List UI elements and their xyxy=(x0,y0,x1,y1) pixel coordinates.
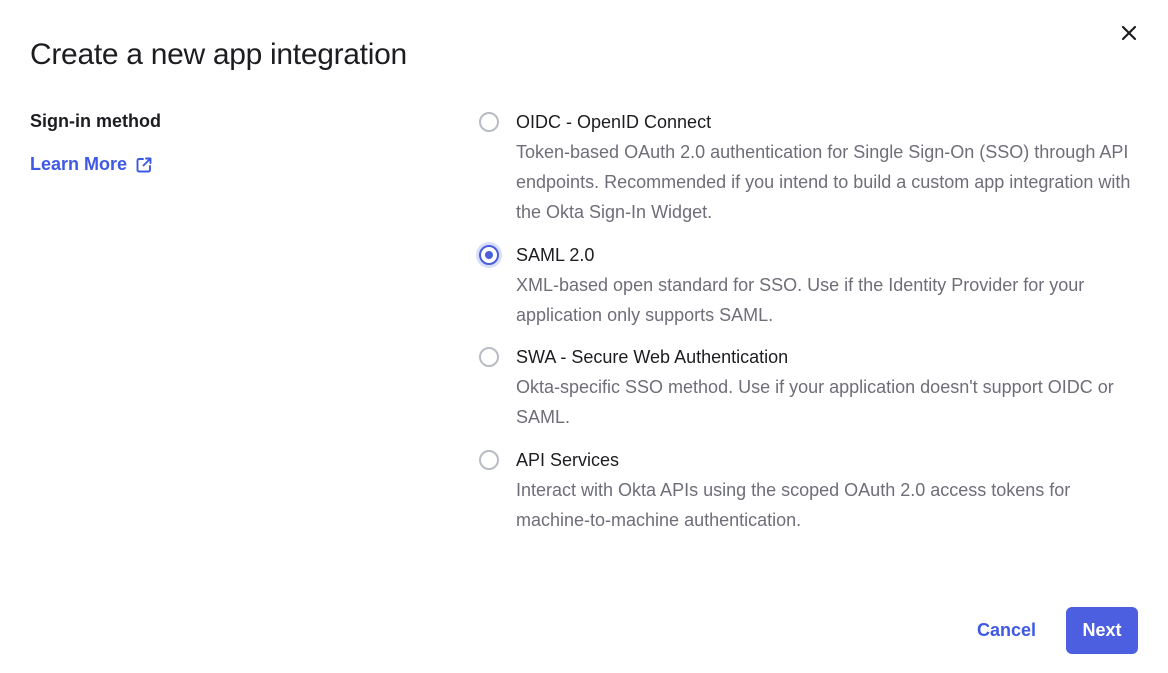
option-title: SAML 2.0 xyxy=(516,245,595,265)
dialog-footer: Cancel Next xyxy=(977,607,1138,654)
next-button[interactable]: Next xyxy=(1066,607,1138,654)
external-link-icon xyxy=(136,157,152,172)
close-button[interactable] xyxy=(1116,20,1142,46)
radio-saml[interactable] xyxy=(479,245,499,265)
radio-swa[interactable] xyxy=(479,347,499,367)
option-api-services[interactable]: API Services Interact with Okta APIs usi… xyxy=(478,447,1148,547)
option-description: XML-based open standard for SSO. Use if … xyxy=(516,275,1085,325)
dialog-title: Create a new app integration xyxy=(30,38,407,71)
option-saml[interactable]: SAML 2.0 XML-based open standard for SSO… xyxy=(478,242,1148,344)
sign-in-method-options: OIDC - OpenID Connect Token-based OAuth … xyxy=(478,109,1148,547)
option-oidc[interactable]: OIDC - OpenID Connect Token-based OAuth … xyxy=(478,109,1148,242)
create-app-integration-dialog: Create a new app integration Sign-in met… xyxy=(0,0,1168,673)
learn-more-label: Learn More xyxy=(30,154,128,174)
option-title: API Services xyxy=(516,450,620,470)
option-description: Token-based OAuth 2.0 authentication for… xyxy=(516,142,1131,222)
learn-more-link[interactable]: Learn More xyxy=(30,154,153,175)
close-icon xyxy=(1121,25,1137,41)
option-title: OIDC - OpenID Connect xyxy=(516,112,712,132)
radio-oidc[interactable] xyxy=(479,112,499,132)
option-swa[interactable]: SWA - Secure Web Authentication Okta-spe… xyxy=(478,344,1148,447)
cancel-button[interactable]: Cancel xyxy=(977,620,1036,641)
option-description: Interact with Okta APIs using the scoped… xyxy=(516,480,1071,530)
option-description: Okta-specific SSO method. Use if your ap… xyxy=(516,377,1114,427)
option-title: SWA - Secure Web Authentication xyxy=(516,347,789,367)
radio-api-services[interactable] xyxy=(479,450,499,470)
sign-in-method-label: Sign-in method xyxy=(30,111,161,131)
